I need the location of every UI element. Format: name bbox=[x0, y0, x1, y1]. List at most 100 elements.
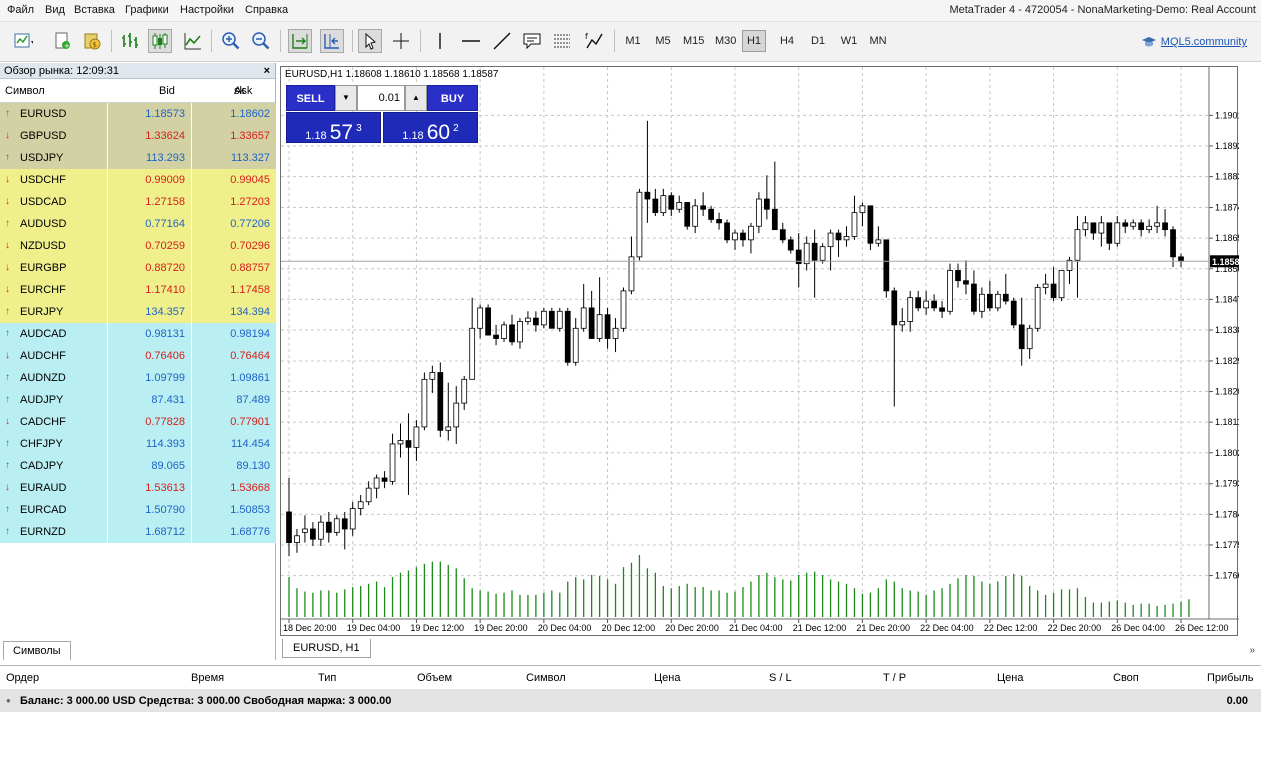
menu-help[interactable]: Справка bbox=[245, 4, 288, 16]
list-item[interactable]: ↑ EURJPY 134.357 134.394 bbox=[0, 301, 276, 323]
column-ask[interactable]: Ask sk bbox=[234, 79, 252, 103]
column-type[interactable]: Тип bbox=[318, 666, 336, 690]
line-chart-button[interactable] bbox=[181, 29, 205, 53]
timeframe-h4[interactable]: H4 bbox=[775, 30, 799, 52]
timeframe-d1[interactable]: D1 bbox=[806, 30, 830, 52]
list-item[interactable]: ↓ AUDCHF 0.76406 0.76464 bbox=[0, 345, 276, 367]
buy-button[interactable]: BUY bbox=[427, 85, 478, 111]
horizontal-line-button[interactable] bbox=[459, 29, 483, 53]
list-item[interactable]: ↑ USDJPY 113.293 113.327 bbox=[0, 147, 276, 169]
fibonacci-button[interactable] bbox=[550, 29, 574, 53]
ask-price: 0.98194 bbox=[192, 323, 276, 345]
crosshair-button[interactable] bbox=[389, 29, 413, 53]
column-symbol[interactable]: Символ bbox=[526, 666, 566, 690]
close-icon[interactable]: × bbox=[264, 63, 270, 79]
candle-body bbox=[588, 307, 595, 339]
column-profit[interactable]: Прибыль bbox=[1207, 666, 1254, 690]
lot-size-input[interactable]: 0.01 bbox=[357, 85, 405, 111]
bid-price: 0.77164 bbox=[108, 213, 192, 235]
list-item[interactable]: ↑ EURUSD 1.18573 1.18602 bbox=[0, 103, 276, 125]
list-item[interactable]: ↑ AUDNZD 1.09799 1.09861 bbox=[0, 367, 276, 389]
list-item[interactable]: ↓ USDCHF 0.99009 0.99045 bbox=[0, 169, 276, 191]
chart-shift-button[interactable] bbox=[320, 29, 344, 53]
market-watch-button[interactable]: $ bbox=[80, 29, 104, 53]
list-item[interactable]: ↑ AUDUSD 0.77164 0.77206 bbox=[0, 213, 276, 235]
menu-settings[interactable]: Настройки bbox=[180, 4, 234, 16]
text-label-button[interactable] bbox=[520, 29, 544, 53]
terminal-columns: Ордер Время Тип Объем Символ Цена S / L … bbox=[0, 666, 1261, 690]
time-label: 19 Dec 04:00 bbox=[347, 623, 401, 633]
column-tp[interactable]: T / P bbox=[883, 666, 906, 690]
timeframe-h1[interactable]: H1 bbox=[742, 30, 766, 52]
tabs-scroll-icon[interactable]: » bbox=[1249, 645, 1255, 656]
candle-body bbox=[580, 307, 587, 329]
list-item[interactable]: ↑ EURNZD 1.68712 1.68776 bbox=[0, 521, 276, 543]
lot-decrease-button[interactable]: ▼ bbox=[335, 85, 357, 111]
timeframe-m30[interactable]: M30 bbox=[712, 30, 739, 52]
price-chart[interactable]: 1.190161.189261.188361.187451.186551.185… bbox=[281, 67, 1239, 637]
arrow-up-icon: ↑ bbox=[5, 328, 10, 339]
list-item[interactable]: ↓ CADCHF 0.77828 0.77901 bbox=[0, 411, 276, 433]
menu-insert[interactable]: Вставка bbox=[74, 4, 115, 16]
profiles-button[interactable]: + bbox=[50, 29, 74, 53]
menu-file[interactable]: Файл bbox=[7, 4, 34, 16]
sell-price-display[interactable]: 1.18 57 3 bbox=[286, 112, 381, 144]
timeframe-m5[interactable]: M5 bbox=[651, 30, 675, 52]
column-price[interactable]: Цена bbox=[654, 666, 680, 690]
candle-body bbox=[676, 202, 683, 210]
list-item[interactable]: ↑ EURCAD 1.50790 1.50853 bbox=[0, 499, 276, 521]
candle-body bbox=[819, 246, 826, 261]
market-watch-header: Обзор рынка: 12:09:31 × bbox=[0, 63, 275, 79]
lot-increase-button[interactable]: ▲ bbox=[405, 85, 427, 111]
list-item[interactable]: ↓ USDCAD 1.27158 1.27203 bbox=[0, 191, 276, 213]
chart-window[interactable]: 1.190161.189261.188361.187451.186551.185… bbox=[280, 66, 1239, 637]
timeframe-mn[interactable]: MN bbox=[866, 30, 890, 52]
list-item[interactable]: ↓ EURAUD 1.53613 1.53668 bbox=[0, 477, 276, 499]
list-item[interactable]: ↑ CADJPY 89.065 89.130 bbox=[0, 455, 276, 477]
candle-body bbox=[652, 198, 659, 214]
column-bid[interactable]: Bid bbox=[159, 79, 175, 103]
zoom-out-button[interactable] bbox=[249, 29, 273, 53]
market-watch-title: Обзор рынка: 12:09:31 bbox=[4, 65, 120, 77]
list-item[interactable]: ↑ CHFJPY 114.393 114.454 bbox=[0, 433, 276, 455]
column-order[interactable]: Ордер bbox=[6, 666, 39, 690]
column-sl[interactable]: S / L bbox=[769, 666, 792, 690]
column-volume[interactable]: Объем bbox=[417, 666, 452, 690]
column-symbol[interactable]: Символ bbox=[5, 79, 45, 103]
list-item[interactable]: ↓ EURGBP 0.88720 0.88757 bbox=[0, 257, 276, 279]
buy-price-display[interactable]: 1.18 60 2 bbox=[383, 112, 478, 144]
list-item[interactable]: ↓ EURCHF 1.17410 1.17458 bbox=[0, 279, 276, 301]
autoscroll-button[interactable] bbox=[288, 29, 312, 53]
menu-charts[interactable]: Графики bbox=[125, 4, 169, 16]
tab-chart-eurusd-h1[interactable]: EURUSD, H1 bbox=[282, 639, 371, 658]
line-chart-icon bbox=[184, 33, 201, 50]
column-current-price[interactable]: Цена bbox=[997, 666, 1023, 690]
candle-body bbox=[779, 229, 786, 241]
mql5-community-link[interactable]: MQL5.community bbox=[1141, 35, 1247, 49]
timeframe-m1[interactable]: M1 bbox=[621, 30, 645, 52]
list-item[interactable]: ↓ NZDUSD 0.70259 0.70296 bbox=[0, 235, 276, 257]
menu-view[interactable]: Вид bbox=[45, 4, 65, 16]
list-item[interactable]: ↑ AUDCAD 0.98131 0.98194 bbox=[0, 323, 276, 345]
list-item[interactable]: ↑ AUDJPY 87.431 87.489 bbox=[0, 389, 276, 411]
timeframe-m15[interactable]: M15 bbox=[680, 30, 707, 52]
indicators-button[interactable]: f bbox=[582, 29, 606, 53]
list-item[interactable]: ↓ GBPUSD 1.33624 1.33657 bbox=[0, 125, 276, 147]
vertical-line-button[interactable] bbox=[428, 29, 452, 53]
ask-price: 0.88757 bbox=[192, 257, 276, 279]
arrow-down-icon: ↓ bbox=[5, 174, 10, 185]
bar-chart-button[interactable] bbox=[118, 29, 142, 53]
candle-body bbox=[1114, 222, 1121, 244]
trendline-button[interactable] bbox=[490, 29, 514, 53]
new-chart-button[interactable] bbox=[5, 29, 41, 53]
tab-symbols[interactable]: Символы bbox=[3, 641, 71, 660]
timeframe-w1[interactable]: W1 bbox=[837, 30, 861, 52]
sell-button[interactable]: SELL bbox=[286, 85, 335, 111]
zoom-in-button[interactable] bbox=[219, 29, 243, 53]
balance-row[interactable]: ● Баланс: 3 000.00 USD Средства: 3 000.0… bbox=[0, 690, 1261, 712]
cursor-tool-button[interactable] bbox=[358, 29, 382, 53]
candlestick-chart-button[interactable] bbox=[148, 29, 172, 53]
candle-body bbox=[1002, 293, 1009, 302]
column-swap[interactable]: Своп bbox=[1113, 666, 1139, 690]
column-time[interactable]: Время bbox=[191, 666, 224, 690]
